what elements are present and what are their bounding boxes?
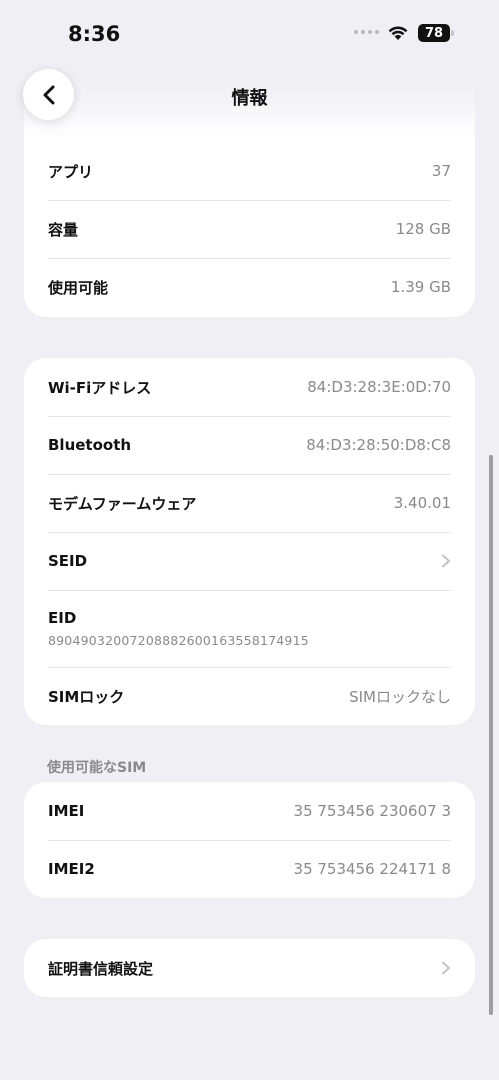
row-label: Wi-Fiアドレス (48, 378, 152, 397)
section-header-available-sim: 使用可能なSIM (47, 760, 147, 776)
row-label: SIMロック (48, 687, 125, 706)
storage-card: アプリ 37 容量 128 GB 使用可能 1.39 GB (24, 84, 475, 317)
network-info-card: Wi-Fiアドレス 84:D3:28:3E:0D:70 Bluetooth 84… (24, 358, 475, 725)
list-item-seid[interactable]: SEID (24, 532, 475, 590)
row-label: IMEI2 (48, 860, 95, 878)
list-item-apps: アプリ 37 (24, 142, 475, 200)
list-item-imei2: IMEI2 35 753456 224171 8 (24, 840, 475, 898)
row-label: SEID (48, 552, 88, 570)
row-value: 37 (431, 162, 451, 180)
row-label: 容量 (48, 220, 79, 239)
cellular-signal-icon (354, 30, 379, 34)
status-bar: 8:36 78 (0, 18, 499, 52)
wifi-icon (388, 26, 408, 40)
battery-icon: 78 (418, 24, 454, 42)
row-label: 証明書信頼設定 (48, 959, 154, 978)
row-value: 84:D3:28:50:D8:C8 (306, 436, 451, 454)
row-value: 35 753456 230607 3 (293, 802, 451, 820)
certificate-card: 証明書信頼設定 (24, 939, 475, 997)
list-item-bluetooth: Bluetooth 84:D3:28:50:D8:C8 (24, 416, 475, 474)
chevron-right-icon (442, 961, 450, 975)
scrollbar[interactable] (489, 455, 493, 1015)
list-item-imei: IMEI 35 753456 230607 3 (24, 782, 475, 840)
list-item-capacity: 容量 128 GB (24, 200, 475, 258)
sim-card: IMEI 35 753456 230607 3 IMEI2 35 753456 … (24, 782, 475, 898)
list-item-eid: EID 89049032007208882600163558174915 (24, 590, 475, 667)
list-item-certificate-trust[interactable]: 証明書信頼設定 (24, 939, 475, 997)
eid-value: 89049032007208882600163558174915 (48, 633, 309, 648)
list-item-sim-lock: SIMロック SIMロックなし (24, 667, 475, 725)
list-item-wifi-address: Wi-Fiアドレス 84:D3:28:3E:0D:70 (24, 358, 475, 416)
row-value: 84:D3:28:3E:0D:70 (307, 378, 451, 396)
page-title: 情報 (231, 88, 268, 109)
row-label: EID (48, 609, 77, 627)
row-value: 1.39 GB (390, 278, 451, 296)
row-label: IMEI (48, 802, 85, 820)
status-time: 8:36 (68, 22, 121, 46)
row-value: SIMロックなし (349, 687, 451, 706)
row-value: 35 753456 224171 8 (293, 860, 451, 878)
row-value: 3.40.01 (393, 494, 451, 512)
row-value: 128 GB (395, 220, 451, 238)
row-label: モデムファームウェア (48, 494, 197, 513)
list-item-modem-firmware: モデムファームウェア 3.40.01 (24, 474, 475, 532)
row-label: Bluetooth (48, 436, 132, 454)
row-label: アプリ (48, 162, 94, 181)
chevron-right-icon (442, 554, 450, 568)
row-label: 使用可能 (48, 278, 109, 297)
list-item-available: 使用可能 1.39 GB (24, 258, 475, 316)
battery-level: 78 (418, 24, 450, 42)
